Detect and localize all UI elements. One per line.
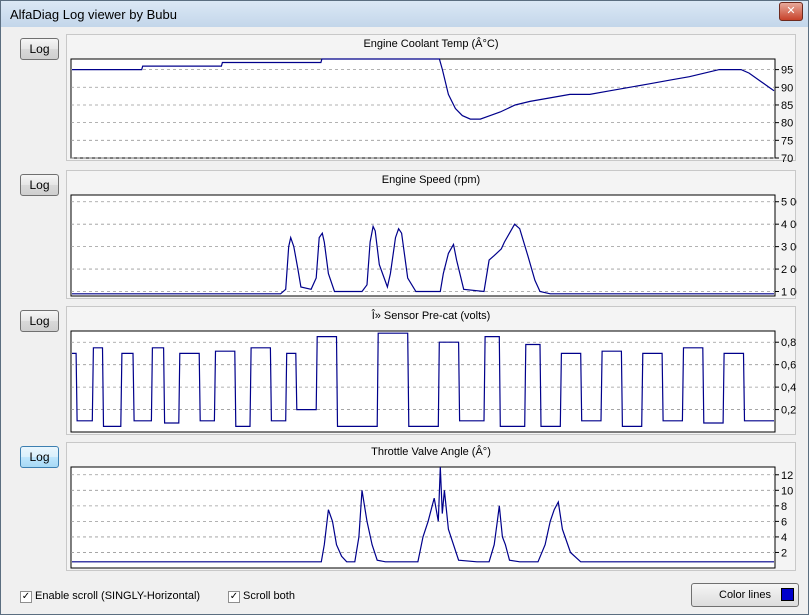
tick-label: 80 xyxy=(781,118,793,130)
tick-label: 0,2 xyxy=(781,405,796,417)
tick-label: 0,6 xyxy=(781,360,796,372)
chart-coolant: 95 90 85 80 75 70 xyxy=(70,58,793,162)
title-bar: AlfaDiag Log viewer by Bubu ✕ xyxy=(1,1,808,27)
scroll-both-label: Scroll both xyxy=(243,590,295,602)
plot-area xyxy=(70,194,776,297)
tick-label: 4 xyxy=(781,532,787,544)
tick-label: 4 000 xyxy=(781,219,797,231)
color-lines-label: Color lines xyxy=(719,589,771,601)
tick-label: 85 xyxy=(781,100,793,112)
tick-label: 12 xyxy=(781,470,793,482)
tick-label: 0,4 xyxy=(781,382,796,394)
chart-throttle: 12 10 8 6 4 2 xyxy=(70,466,793,569)
tick-label: 95 xyxy=(781,65,793,77)
plot-area xyxy=(70,466,776,569)
color-lines-button[interactable]: Color lines xyxy=(691,583,799,607)
tick-label: 10 xyxy=(781,485,793,497)
main-window: AlfaDiag Log viewer by Bubu ✕ Log Log Lo… xyxy=(0,0,809,615)
tick-label: 3 000 xyxy=(781,242,797,254)
tick-label: 75 xyxy=(781,135,793,147)
chart-lambda: 0,8 0,6 0,4 0,2 xyxy=(70,330,796,433)
tick-label: 70 xyxy=(781,153,793,162)
chart-panel-lambda: Î» Sensor Pre-cat (volts) 0,8 0,6 0,4 0,2 xyxy=(66,306,796,435)
log-button-throttle[interactable]: Log xyxy=(20,446,59,468)
tick-label: 8 xyxy=(781,501,787,513)
tick-label: 1 000 xyxy=(781,287,797,299)
close-icon[interactable]: ✕ xyxy=(779,2,803,21)
chart-panel-speed: Engine Speed (rpm) 5 0004 0003 0002 0001… xyxy=(66,170,797,299)
bottom-bar: ✓ Enable scroll (SINGLY-Horizontal) ✓ Sc… xyxy=(1,579,808,615)
color-swatch xyxy=(781,588,794,601)
plot-area xyxy=(70,58,776,159)
window-title: AlfaDiag Log viewer by Bubu xyxy=(10,7,177,22)
tick-label: 5 000 xyxy=(781,197,797,209)
tick-label: 6 xyxy=(781,516,787,528)
tick-label: 2 000 xyxy=(781,264,797,276)
tick-label: 90 xyxy=(781,82,793,94)
log-button-lambda[interactable]: Log xyxy=(20,310,59,332)
chart-speed: 5 000 4 000 3 000 2 000 1 000 xyxy=(70,194,797,299)
log-button-coolant[interactable]: Log xyxy=(20,38,59,60)
chart-panel-throttle: Throttle Valve Angle (Â°) 12 10 8 6 4 2 xyxy=(66,442,796,571)
tick-label: 2 xyxy=(781,547,787,559)
tick-label: 0,8 xyxy=(781,337,796,349)
chart-panel-coolant: Engine Coolant Temp (Â°C) 95 90 85 80 75 70 xyxy=(66,34,796,162)
plot-area xyxy=(70,330,776,433)
log-button-speed[interactable]: Log xyxy=(20,174,59,196)
enable-scroll-checkbox[interactable]: ✓ xyxy=(20,591,32,603)
enable-scroll-label: Enable scroll (SINGLY-Horizontal) xyxy=(35,590,201,602)
scroll-both-checkbox[interactable]: ✓ xyxy=(228,591,240,603)
